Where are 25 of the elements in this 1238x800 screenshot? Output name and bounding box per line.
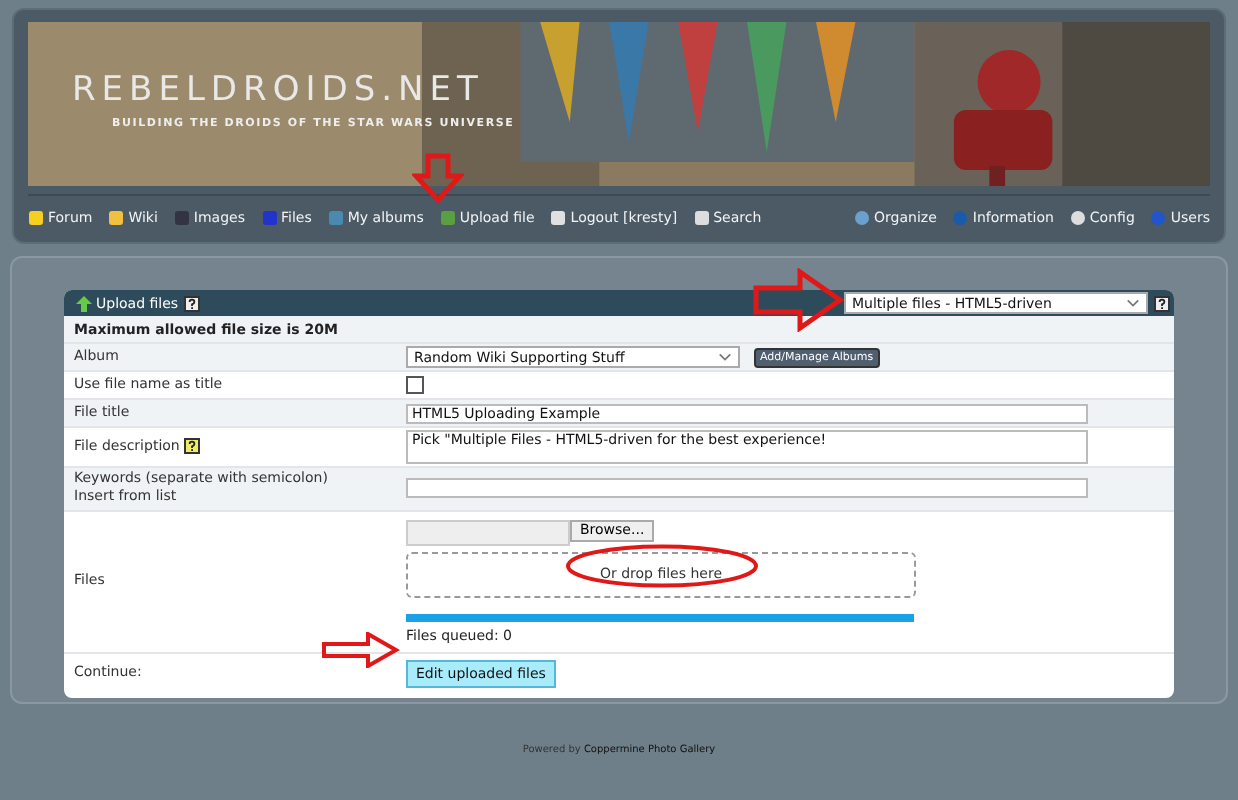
nav-icon: [28, 210, 44, 226]
annotation-arrow: [320, 632, 400, 668]
nav-icon: [1150, 210, 1167, 226]
help-icon[interactable]: [184, 295, 201, 311]
help-icon[interactable]: [1154, 295, 1170, 311]
chevron-down-icon: [1126, 298, 1140, 308]
annotation-arrow: [412, 152, 464, 204]
chevron-down-icon: [718, 352, 732, 362]
nav-icon: [952, 210, 969, 226]
upload-icon: [76, 295, 92, 311]
file-name-field[interactable]: [406, 519, 570, 546]
nav-icon: [854, 210, 871, 226]
annotation-arrow: [752, 268, 844, 332]
nav-icon: [173, 210, 190, 226]
nav-icon: [261, 210, 277, 226]
nav-icon: [693, 210, 710, 226]
nav-icon: [327, 210, 344, 226]
nav-icon: [1069, 210, 1086, 226]
help-icon[interactable]: [184, 437, 201, 454]
nav-icon: [550, 210, 567, 226]
nav-icon: [108, 210, 125, 226]
input-field[interactable]: [406, 478, 1088, 499]
checkbox[interactable]: [406, 376, 424, 394]
site-logo-title: REBELDROIDS.NET: [72, 70, 486, 110]
nav-icon: [439, 210, 456, 226]
